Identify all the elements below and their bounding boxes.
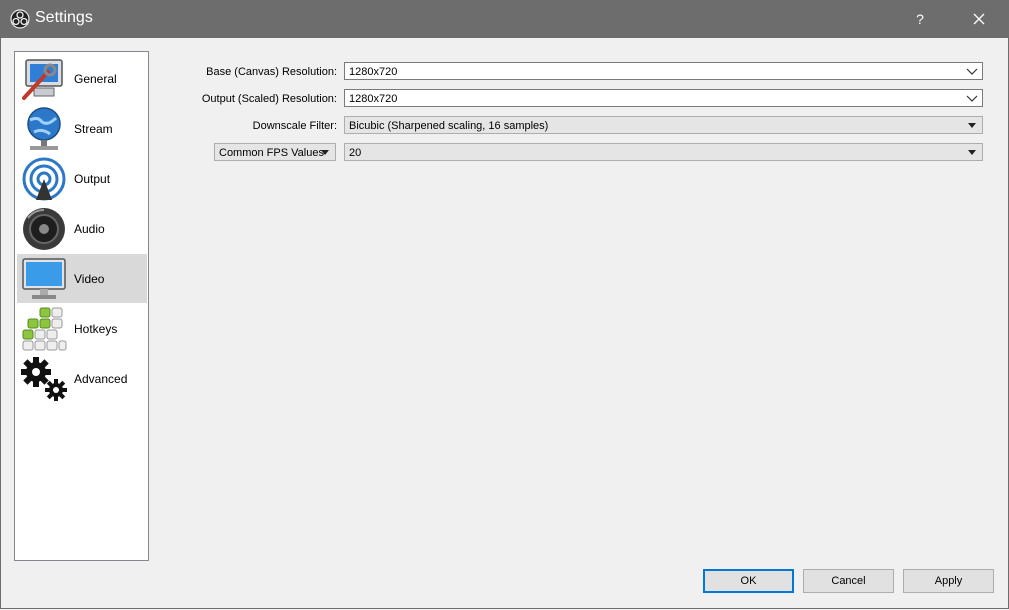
general-monitor-wrench-icon (22, 59, 63, 100)
base-resolution-combo[interactable]: 1280x720 (344, 62, 983, 80)
sidebar-item-label: Hotkeys (74, 322, 118, 336)
sidebar-item-label: Audio (74, 222, 105, 236)
sidebar-item-general[interactable]: General (17, 54, 147, 103)
sidebar-item-label: Video (74, 272, 105, 286)
video-monitor-icon (22, 258, 66, 299)
output-broadcast-icon (22, 157, 66, 201)
downscale-filter-value: Bicubic (Sharpened scaling, 16 samples) (349, 120, 549, 132)
close-icon (973, 13, 985, 25)
dropdown-arrow-icon (319, 144, 331, 160)
cancel-button[interactable]: Cancel (803, 569, 894, 593)
audio-speaker-icon (23, 208, 65, 250)
advanced-gears-icon (21, 357, 67, 401)
stream-globe-icon (27, 107, 61, 150)
downscale-filter-label: Downscale Filter: (252, 120, 337, 132)
sidebar-item-label: Advanced (74, 372, 128, 386)
fps-value: 20 (349, 147, 362, 159)
chevron-down-icon (966, 90, 978, 106)
title-bar: Settings ? (0, 0, 1009, 38)
output-resolution-value: 1280x720 (349, 93, 398, 105)
sidebar-item-label: General (74, 72, 117, 86)
fps-type-select[interactable]: Common FPS Values (214, 143, 336, 161)
sidebar-item-label: Stream (74, 122, 113, 136)
sidebar-item-output[interactable]: Output (17, 154, 147, 203)
hotkeys-keyboard-icon (22, 307, 67, 351)
downscale-filter-select[interactable]: Bicubic (Sharpened scaling, 16 samples) (344, 116, 983, 134)
chevron-down-icon (966, 63, 978, 79)
output-resolution-label: Output (Scaled) Resolution: (201, 93, 337, 105)
sidebar-item-audio[interactable]: Audio (17, 204, 147, 253)
dropdown-arrow-icon (966, 144, 978, 160)
window-title: Settings (35, 9, 93, 26)
dropdown-arrow-icon (966, 117, 978, 133)
sidebar-item-stream[interactable]: Stream (17, 104, 147, 153)
close-button[interactable] (962, 6, 996, 32)
sidebar-item-video[interactable]: Video (17, 254, 147, 303)
fps-type-value: Common FPS Values (219, 147, 324, 159)
sidebar-item-advanced[interactable]: Advanced (17, 354, 147, 403)
output-resolution-combo[interactable]: 1280x720 (344, 89, 983, 107)
base-resolution-value: 1280x720 (349, 66, 398, 78)
ok-button[interactable]: OK (703, 569, 794, 593)
fps-value-select[interactable]: 20 (344, 143, 983, 161)
sidebar-item-label: Output (74, 172, 111, 186)
sidebar-item-hotkeys[interactable]: Hotkeys (17, 304, 147, 353)
apply-button[interactable]: Apply (903, 569, 994, 593)
settings-sidebar: General Stream Output Audio Video Hotkey… (14, 51, 149, 561)
base-resolution-label: Base (Canvas) Resolution: (206, 66, 337, 78)
help-button[interactable]: ? (906, 6, 934, 32)
obs-logo-icon (10, 9, 30, 29)
